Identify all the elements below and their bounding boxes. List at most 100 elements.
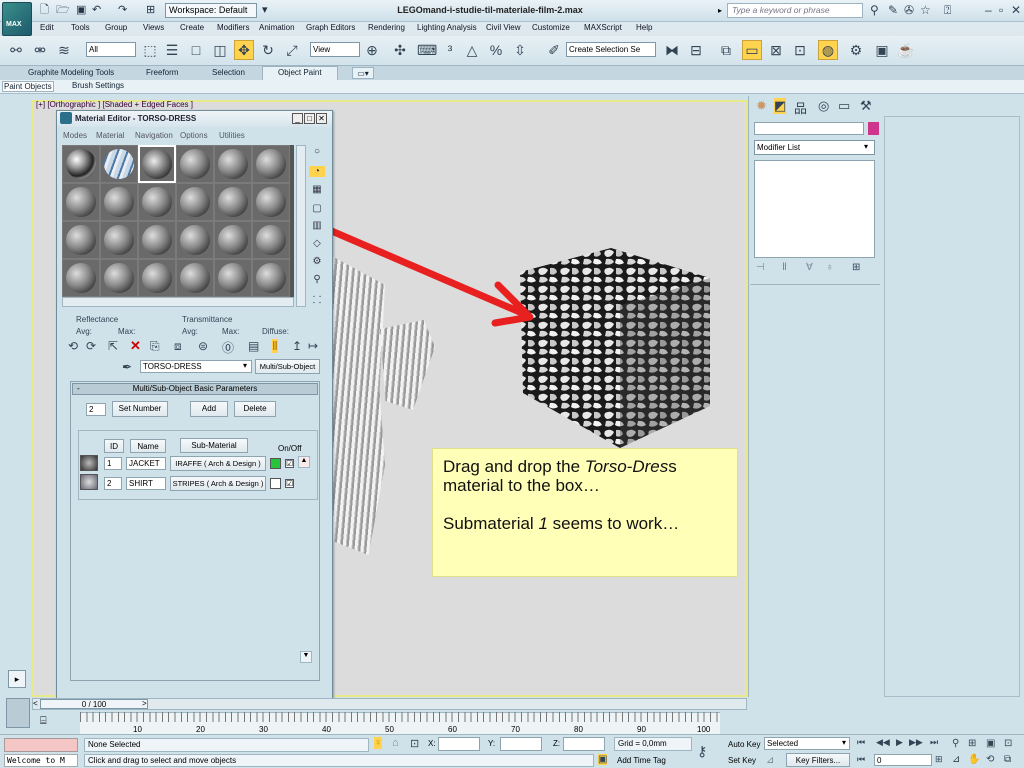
me-menu-material[interactable]: Material xyxy=(96,131,124,140)
options-icon[interactable]: ⚙ xyxy=(309,256,325,267)
material-type-button[interactable]: Multi/Sub-Object xyxy=(255,359,320,374)
manipulate-icon[interactable]: ✣ xyxy=(390,40,410,60)
help-icon[interactable]: ⍰ xyxy=(944,3,951,18)
rendered-frame-icon[interactable]: ▣ xyxy=(872,40,892,60)
window-crossing-icon[interactable]: ◫ xyxy=(210,40,230,60)
percent-snap-icon[interactable]: % xyxy=(486,40,506,60)
make-copy-icon[interactable]: ⎘ xyxy=(150,339,160,354)
video-color-check-icon[interactable]: ▥ xyxy=(309,220,325,231)
sample-slot[interactable] xyxy=(138,259,176,297)
submaterial-2-color-swatch[interactable] xyxy=(270,478,281,489)
delete-button[interactable]: Delete xyxy=(234,401,276,417)
configure-modifier-sets-icon[interactable]: ⊞ xyxy=(852,262,860,273)
play-icon[interactable]: ▶ xyxy=(896,737,903,748)
menu-tools[interactable]: Tools xyxy=(71,23,90,32)
sample-slot[interactable] xyxy=(176,183,214,221)
snaps-toggle-icon[interactable]: ³ xyxy=(440,40,460,60)
menu-maxscript[interactable]: MAXScript xyxy=(584,23,622,32)
make-unique-stack-icon[interactable]: ∀ xyxy=(806,262,813,273)
time-next-icon[interactable]: > xyxy=(142,699,147,708)
sample-slot-2[interactable] xyxy=(100,145,138,183)
panel-paint-objects[interactable]: Paint Objects xyxy=(2,81,54,92)
reset-material-icon[interactable]: ✕ xyxy=(130,338,141,354)
sample-type-icon[interactable]: ○ xyxy=(309,146,325,157)
viewport-label[interactable]: [+] [Orthographic ] [Shaded + Edged Face… xyxy=(36,100,193,109)
get-material-icon[interactable]: ⟲ xyxy=(68,339,78,353)
me-menu-navigation[interactable]: Navigation xyxy=(135,131,173,140)
menu-animation[interactable]: Animation xyxy=(259,23,295,32)
background-icon[interactable]: ▦ xyxy=(309,184,325,195)
select-move-icon[interactable]: ✥ xyxy=(234,40,254,60)
submaterial-2-enable-checkbox[interactable]: ☑ xyxy=(285,479,294,488)
material-name-dropdown-icon[interactable]: ▾ xyxy=(243,361,247,370)
sample-slots-vscroll[interactable] xyxy=(296,145,306,307)
sample-slot[interactable] xyxy=(138,221,176,259)
menu-edit[interactable]: Edit xyxy=(40,23,54,32)
sample-slot[interactable] xyxy=(100,221,138,259)
sample-slot[interactable] xyxy=(252,183,290,221)
sample-slot[interactable] xyxy=(252,221,290,259)
minimize-icon[interactable]: – xyxy=(985,3,992,17)
key-mode-toggle-icon[interactable]: ⏮ xyxy=(857,754,865,765)
select-link-icon[interactable]: ⚯ xyxy=(6,40,26,60)
make-unique-icon[interactable]: ⧈ xyxy=(174,339,182,354)
project-folder-icon[interactable]: ⊞ xyxy=(146,4,158,16)
new-file-icon[interactable]: 🗋 xyxy=(40,4,52,16)
backlight-icon[interactable]: ◔ xyxy=(309,166,325,177)
render-teapot-icon[interactable]: ☕ xyxy=(896,40,916,60)
sort-by-submaterial-button[interactable]: Sub-Material xyxy=(180,438,248,453)
sample-uv-tiling-icon[interactable]: ▢ xyxy=(309,203,325,214)
absolute-mode-icon[interactable]: ⊡ xyxy=(410,737,419,750)
tab-selection[interactable]: Selection xyxy=(212,67,245,79)
submaterial-2-id[interactable]: 2 xyxy=(104,477,122,490)
field-of-view-icon[interactable]: ⊿ xyxy=(952,754,960,765)
time-slider[interactable]: 0 / 100 xyxy=(40,699,148,709)
graphite-toggle-icon[interactable]: ▭ xyxy=(742,40,762,60)
sample-slot-1[interactable] xyxy=(62,145,100,183)
maxscript-listener-macro[interactable] xyxy=(4,738,78,752)
next-frame-icon[interactable]: ▶▶ xyxy=(909,737,923,748)
auto-key-button[interactable]: Auto Key xyxy=(728,740,760,749)
rollout-scroll-down-icon[interactable]: ▼ xyxy=(300,651,312,663)
undo-icon[interactable]: ↶ xyxy=(92,4,104,16)
sample-slot[interactable] xyxy=(214,145,252,183)
close-icon[interactable]: ✕ xyxy=(1011,3,1021,17)
expand-panel-icon[interactable]: ▸ xyxy=(8,670,26,688)
me-menu-utilities[interactable]: Utilities xyxy=(219,131,245,140)
render-setup-icon[interactable]: ⚙ xyxy=(846,40,866,60)
show-map-icon[interactable]: ▤ xyxy=(248,339,259,353)
orbit-icon[interactable]: ⟲ xyxy=(986,754,994,765)
modifier-stack[interactable] xyxy=(754,160,875,258)
redo-icon[interactable]: ↷ xyxy=(118,4,130,16)
sample-slots-scrollbar[interactable] xyxy=(62,297,294,307)
add-time-tag-button[interactable]: Add Time Tag xyxy=(617,756,666,765)
tab-freeform[interactable]: Freeform xyxy=(146,67,178,79)
material-map-navigator-icon[interactable]: ⸬ xyxy=(309,292,325,306)
utilities-tab-icon[interactable]: ⚒ xyxy=(860,98,872,114)
select-object-icon[interactable]: ⬚ xyxy=(140,40,160,60)
y-coordinate-field[interactable] xyxy=(500,737,542,751)
zoom-extents-icon[interactable]: ▣ xyxy=(986,738,995,749)
menu-views[interactable]: Views xyxy=(143,23,164,32)
key-mode-icon[interactable]: ⊿ xyxy=(766,755,774,766)
create-tab-icon[interactable]: ✹ xyxy=(756,98,767,114)
x-coordinate-field[interactable] xyxy=(438,737,480,751)
me-minimize-icon[interactable]: _ xyxy=(292,113,303,124)
key-filters-button[interactable]: Key Filters... xyxy=(786,753,850,767)
open-file-icon[interactable]: 🗁 xyxy=(56,4,70,16)
z-coordinate-field[interactable] xyxy=(563,737,605,751)
assign-material-icon[interactable]: ⇱ xyxy=(108,339,118,353)
material-id-channel-icon[interactable]: ⓪ xyxy=(222,339,234,356)
schematic-view-icon[interactable]: ⊡ xyxy=(790,40,810,60)
sample-slot[interactable] xyxy=(100,259,138,297)
align-icon[interactable]: ⊟ xyxy=(686,40,706,60)
time-configuration-icon[interactable]: ⊞ xyxy=(935,754,943,765)
set-key-key-icon[interactable]: ⚷ xyxy=(697,743,707,760)
sample-slot[interactable] xyxy=(62,259,100,297)
zoom-all-icon[interactable]: ⊞ xyxy=(968,738,976,749)
menu-graph-editors[interactable]: Graph Editors xyxy=(306,23,355,32)
selection-filter-dropdown[interactable]: All xyxy=(86,42,136,57)
sample-slot[interactable] xyxy=(138,183,176,221)
motion-tab-icon[interactable]: ◎ xyxy=(818,98,829,114)
sample-slot[interactable] xyxy=(252,145,290,183)
